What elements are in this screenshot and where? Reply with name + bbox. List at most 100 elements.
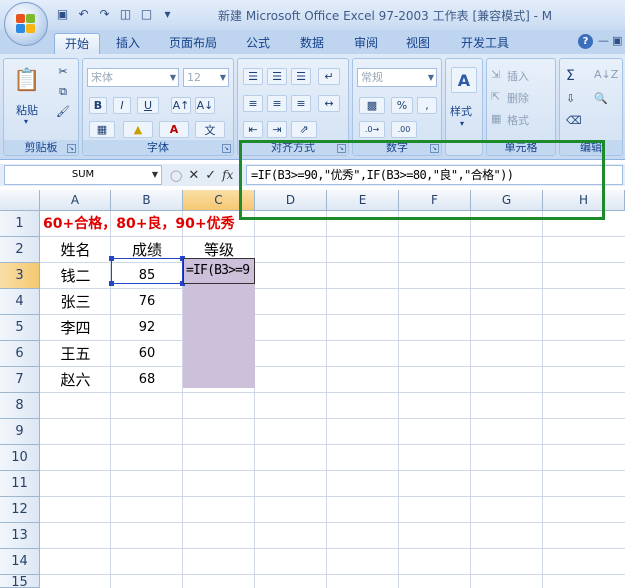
tab-view[interactable]: 视图 [398, 33, 438, 54]
merge-center-icon[interactable]: ↔ [318, 95, 340, 112]
number-launcher-icon[interactable]: ↘ [430, 144, 439, 153]
row-header[interactable]: 2 [0, 237, 40, 263]
name-cell[interactable]: 王五 [40, 341, 111, 367]
row-header[interactable]: 5 [0, 315, 40, 341]
name-cell[interactable]: 李四 [40, 315, 111, 341]
select-all-corner[interactable] [0, 190, 40, 211]
styles-dropdown-icon[interactable]: ▾ [460, 119, 464, 128]
delete-cells-label[interactable]: 删除 [507, 90, 529, 106]
expand-icon[interactable]: ◯ [170, 169, 182, 182]
insert-function-icon[interactable]: fx [222, 168, 233, 182]
name-box[interactable]: SUM ▼ [4, 165, 162, 185]
score-cell[interactable]: 60 [111, 341, 183, 367]
customize-qat-icon[interactable]: ▾ [159, 6, 176, 23]
row-header[interactable]: 15 [0, 575, 40, 588]
name-cell[interactable]: 赵六 [40, 367, 111, 393]
align-bottom-icon[interactable]: ☰ [291, 68, 311, 85]
shrink-font-icon[interactable]: A↓ [195, 97, 215, 114]
note-cell-a1[interactable]: 60+合格，80+良，90+优秀 [43, 211, 235, 237]
row-header[interactable]: 9 [0, 419, 40, 445]
clear-icon[interactable]: ⌫ [566, 114, 582, 127]
alignment-launcher-icon[interactable]: ↘ [337, 144, 346, 153]
column-header-g[interactable]: G [471, 190, 543, 211]
number-format-combo[interactable]: 常规 ▼ [357, 68, 437, 87]
row-header[interactable]: 7 [0, 367, 40, 393]
tab-formulas[interactable]: 公式 [238, 33, 278, 54]
tab-insert[interactable]: 插入 [108, 33, 148, 54]
formula-input[interactable]: =IF(B3>=90,"优秀",IF(B3>=80,"良","合格")) [246, 165, 623, 185]
undo-icon[interactable]: ↶ [75, 6, 92, 23]
borders-icon[interactable]: ▦ [89, 121, 115, 138]
redo-icon[interactable]: ↷ [96, 6, 113, 23]
save-icon[interactable]: ▣ [54, 6, 71, 23]
fill-color-icon[interactable]: ▲ [123, 121, 153, 138]
phonetic-icon[interactable]: 文 [195, 121, 225, 138]
paste-dropdown-icon[interactable]: ▾ [24, 117, 28, 126]
row-header[interactable]: 14 [0, 549, 40, 575]
insert-cells-label[interactable]: 插入 [507, 68, 529, 84]
referenced-cell-b3[interactable] [109, 256, 185, 286]
tab-developer[interactable]: 开发工具 [452, 33, 518, 54]
range-handle[interactable] [109, 281, 114, 286]
cancel-icon[interactable]: ✕ [188, 168, 199, 183]
header-name-cell[interactable]: 姓名 [40, 237, 111, 263]
bold-icon[interactable]: B [89, 97, 107, 114]
currency-icon[interactable]: ▩ [359, 97, 385, 114]
align-right-icon[interactable]: ≡ [291, 95, 311, 112]
row-header[interactable]: 6 [0, 341, 40, 367]
help-icon[interactable]: ? [578, 34, 593, 49]
column-header-f[interactable]: F [399, 190, 471, 211]
decrease-decimal-icon[interactable]: .00 [391, 121, 417, 138]
range-handle[interactable] [109, 256, 114, 261]
score-cell[interactable]: 92 [111, 315, 183, 341]
fill-icon[interactable]: ⇩ [566, 92, 575, 105]
styles-label[interactable]: 样式 [450, 103, 472, 119]
column-header-a[interactable]: A [40, 190, 111, 211]
format-cells-label[interactable]: 格式 [507, 112, 529, 128]
row-header[interactable]: 12 [0, 497, 40, 523]
row-header[interactable]: 1 [0, 211, 40, 237]
align-left-icon[interactable]: ≡ [243, 95, 263, 112]
delete-cells-icon[interactable]: ⇱ [491, 90, 500, 103]
find-select-icon[interactable]: 🔍 [594, 92, 608, 105]
increase-decimal-icon[interactable]: .0→ [359, 121, 385, 138]
row-header[interactable]: 8 [0, 393, 40, 419]
font-launcher-icon[interactable]: ↘ [222, 144, 231, 153]
row-header[interactable]: 10 [0, 445, 40, 471]
sort-filter-icon[interactable]: A↓Z [594, 68, 618, 81]
tab-page-layout[interactable]: 页面布局 [160, 33, 226, 54]
row-header[interactable]: 13 [0, 523, 40, 549]
column-header-e[interactable]: E [327, 190, 399, 211]
row-header[interactable]: 4 [0, 289, 40, 315]
font-size-combo[interactable]: 12 ▼ [183, 68, 229, 87]
score-cell[interactable]: 68 [111, 367, 183, 393]
font-color-icon[interactable]: A [159, 121, 189, 138]
tab-home[interactable]: 开始 [54, 33, 100, 54]
clipboard-launcher-icon[interactable]: ↘ [67, 144, 76, 153]
cut-icon[interactable]: ✂ [54, 63, 72, 80]
font-name-combo[interactable]: 宋体 ▼ [87, 68, 179, 87]
score-cell[interactable]: 76 [111, 289, 183, 315]
align-top-icon[interactable]: ☰ [243, 68, 263, 85]
increase-indent-icon[interactable]: ⇥ [267, 121, 287, 138]
grow-font-icon[interactable]: A↑ [171, 97, 191, 114]
styles-icon[interactable]: A [451, 67, 477, 93]
tab-data[interactable]: 数据 [292, 33, 332, 54]
new-icon[interactable]: □ [138, 6, 155, 23]
comma-style-icon[interactable]: , [417, 97, 437, 114]
row-header[interactable]: 11 [0, 471, 40, 497]
print-preview-icon[interactable]: ◫ [117, 6, 134, 23]
format-cells-icon[interactable]: ▦ [491, 112, 501, 125]
format-painter-icon[interactable]: 🖌 [54, 103, 72, 120]
percent-icon[interactable]: % [391, 97, 413, 114]
column-header-d[interactable]: D [255, 190, 327, 211]
name-cell[interactable]: 张三 [40, 289, 111, 315]
italic-icon[interactable]: I [113, 97, 131, 114]
orientation-icon[interactable]: ⇗ [291, 121, 317, 138]
paste-icon[interactable]: 📋 [8, 63, 46, 97]
autosum-icon[interactable]: Σ [566, 68, 575, 84]
name-cell[interactable]: 钱二 [40, 263, 111, 289]
align-middle-icon[interactable]: ☰ [267, 68, 287, 85]
wrap-text-icon[interactable]: ↵ [318, 68, 340, 85]
decrease-indent-icon[interactable]: ⇤ [243, 121, 263, 138]
